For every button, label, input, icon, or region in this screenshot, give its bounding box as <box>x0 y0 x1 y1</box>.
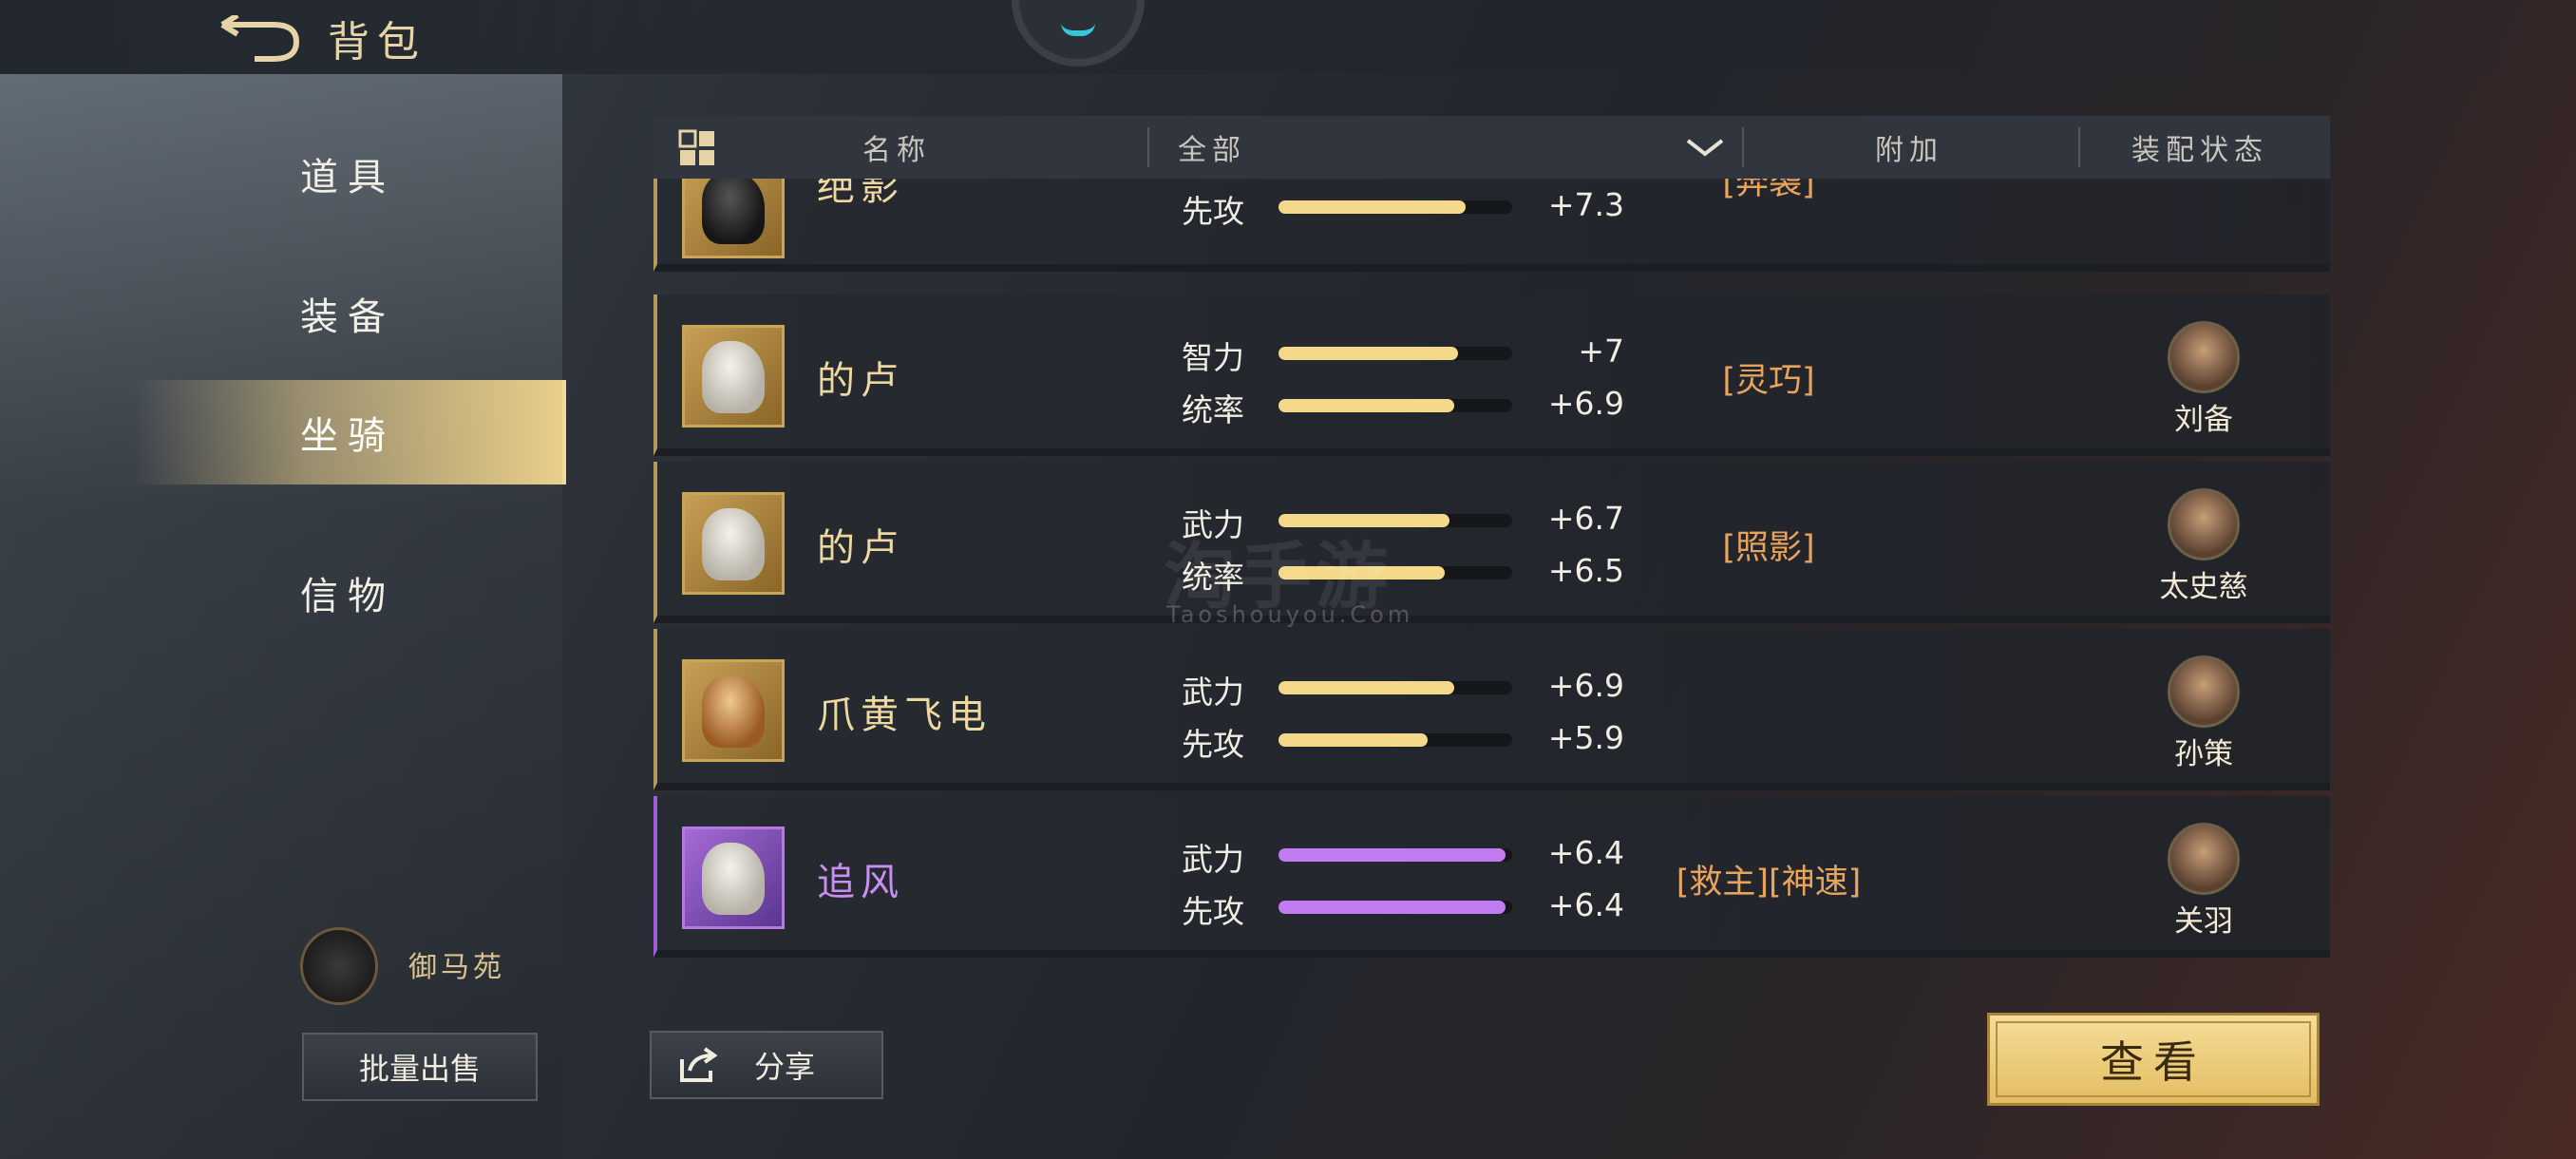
sidebar-item-equipment[interactable]: 装备 <box>133 261 562 366</box>
mount-portrait <box>682 179 785 258</box>
mount-portrait <box>682 492 785 595</box>
header-divider <box>2078 127 2080 167</box>
general-name: 关羽 <box>2174 904 2233 939</box>
sidebar-item-label: 信物 <box>300 575 395 618</box>
stat-bar-fill <box>1279 681 1454 694</box>
view-label: 查看 <box>2100 1036 2207 1088</box>
mount-name: 的卢 <box>817 359 904 403</box>
stat-bar <box>1279 347 1512 360</box>
mount-portrait <box>682 325 785 428</box>
general-avatar <box>2168 823 2240 895</box>
stat-value: +7.3 <box>1547 186 1624 223</box>
table-row[interactable]: 爪黄飞电 武力 +6.9 先攻 +5.9 孙策 <box>653 629 2330 790</box>
stat-value: +6.9 <box>1547 667 1624 704</box>
stat-label: 武力 <box>1182 674 1244 711</box>
horse-icon <box>702 341 765 413</box>
stable-label[interactable]: 御马苑 <box>408 943 505 985</box>
stat-label: 先攻 <box>1182 193 1244 230</box>
grid-view-icon[interactable] <box>678 129 718 169</box>
column-header-name: 名称 <box>862 134 931 167</box>
sidebar-item-items[interactable]: 道具 <box>133 122 562 226</box>
stat-value: +5.9 <box>1547 719 1624 756</box>
sidebar-item-label: 道具 <box>300 156 395 200</box>
sidebar: 道具 装备 坐骑 信物 <box>0 74 566 1159</box>
extra-trait: [灵巧] <box>1722 362 1815 400</box>
general-avatar <box>2168 321 2240 393</box>
extra-trait: [奔袭] <box>1722 179 1815 202</box>
stat-value: +6.5 <box>1547 552 1624 589</box>
general-avatar <box>2168 656 2240 728</box>
column-header-status: 装配状态 <box>2131 134 2268 167</box>
stat-value: +6.9 <box>1547 385 1624 422</box>
page-title: 背包 <box>328 18 426 66</box>
sidebar-item-mounts[interactable]: 坐骑 <box>133 380 566 484</box>
horse-icon <box>702 179 765 244</box>
view-button[interactable]: 查看 <box>1987 1013 2320 1106</box>
extra-trait: [救主][神速] <box>1676 864 1862 902</box>
share-icon <box>680 1047 718 1082</box>
horse-icon <box>702 675 765 748</box>
watermark-url: Taoshouyou.Com <box>1166 601 1414 628</box>
stat-bar <box>1279 399 1512 412</box>
stat-bar-fill <box>1279 347 1459 360</box>
back-arrow-icon[interactable] <box>217 15 302 63</box>
stat-label: 智力 <box>1182 339 1244 376</box>
stat-label: 先攻 <box>1182 726 1244 763</box>
stat-label: 统率 <box>1182 391 1244 428</box>
horse-icon <box>702 843 765 915</box>
bulk-sell-label: 批量出售 <box>358 1051 481 1087</box>
table-row[interactable]: 的卢 智力 +7 统率 +6.9 [灵巧] 刘备 <box>653 294 2330 456</box>
table-row[interactable]: 追风 武力 +6.4 先攻 +6.4 [救主][神速] 关羽 <box>653 796 2330 958</box>
header-divider <box>1742 127 1744 167</box>
chevron-down-icon[interactable] <box>1684 135 1726 160</box>
sidebar-item-label: 坐骑 <box>300 414 395 458</box>
stat-bar <box>1279 848 1512 862</box>
mount-portrait <box>682 659 785 762</box>
mount-portrait <box>682 826 785 929</box>
stat-label: 武力 <box>1182 841 1244 878</box>
mount-list[interactable]: 绝影 先攻 +7.3 [奔袭] 的卢 智力 +7 统率 +6.9 [灵巧] 刘备… <box>653 179 2330 977</box>
mount-name: 追风 <box>817 861 904 904</box>
stat-bar <box>1279 681 1512 694</box>
mount-name: 的卢 <box>817 526 904 570</box>
table-row[interactable]: 绝影 先攻 +7.3 [奔袭] <box>653 179 2330 272</box>
stat-value: +6.4 <box>1547 834 1624 871</box>
column-header-extra: 附加 <box>1875 134 1943 167</box>
mount-name: 绝影 <box>817 179 904 209</box>
stat-value: +7 <box>1578 332 1624 370</box>
stat-bar-fill <box>1279 399 1454 412</box>
share-button[interactable]: 分享 <box>650 1031 883 1099</box>
bulk-sell-button[interactable]: 批量出售 <box>302 1033 538 1101</box>
stat-bar-fill <box>1279 901 1506 914</box>
horse-icon <box>702 508 765 580</box>
general-avatar <box>2168 488 2240 560</box>
filter-dropdown-value[interactable]: 全部 <box>1178 116 1246 179</box>
stat-bar-fill <box>1279 200 1466 214</box>
general-name: 孙策 <box>2174 737 2233 771</box>
stat-bar <box>1279 901 1512 914</box>
stat-bar-fill <box>1279 848 1506 862</box>
share-label: 分享 <box>754 1049 816 1085</box>
sidebar-item-label: 装备 <box>300 295 395 339</box>
stat-bar <box>1279 200 1512 214</box>
extra-trait: [照影] <box>1722 529 1815 567</box>
general-name: 刘备 <box>2174 403 2233 437</box>
stat-label: 先攻 <box>1182 893 1244 930</box>
sidebar-item-tokens[interactable]: 信物 <box>133 541 562 645</box>
stat-bar-fill <box>1279 733 1429 747</box>
stable-horse-icon[interactable] <box>300 927 378 1005</box>
general-name: 太史慈 <box>2159 570 2248 604</box>
mount-name: 爪黄飞电 <box>817 694 992 737</box>
table-row[interactable]: 的卢 武力 +6.7 统率 +6.5 [照影] 太史慈 <box>653 462 2330 623</box>
stat-value: +6.7 <box>1547 500 1624 537</box>
header-divider <box>1147 127 1149 167</box>
stat-bar <box>1279 733 1512 747</box>
table-header: 名称 全部 附加 装配状态 <box>653 116 2330 180</box>
stat-value: +6.4 <box>1547 886 1624 923</box>
